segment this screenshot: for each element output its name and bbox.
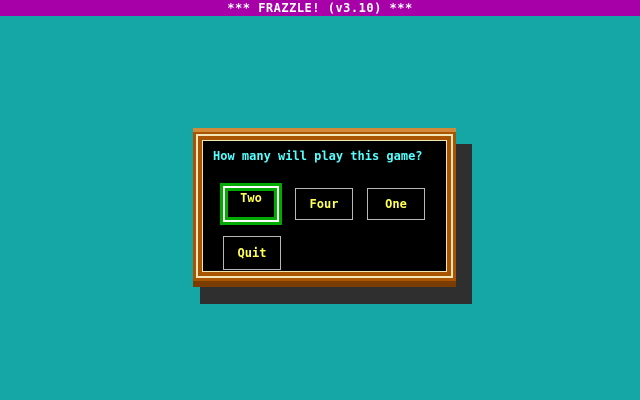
two-players-label: Two (228, 191, 274, 217)
one-player-button[interactable]: One (367, 188, 425, 220)
dialog-border: How many will play this game? Two Four O… (196, 134, 453, 278)
title-bar: *** FRAZZLE! (v3.10) *** (0, 0, 640, 16)
four-players-button[interactable]: Four (295, 188, 353, 220)
two-players-button[interactable]: Two (220, 183, 282, 225)
player-count-dialog: How many will play this game? Two Four O… (193, 128, 456, 287)
dialog-panel: How many will play this game? Two Four O… (202, 140, 447, 272)
player-count-prompt: How many will play this game? (213, 149, 423, 163)
selection-highlight: Two (223, 186, 279, 222)
quit-button[interactable]: Quit (223, 236, 281, 270)
